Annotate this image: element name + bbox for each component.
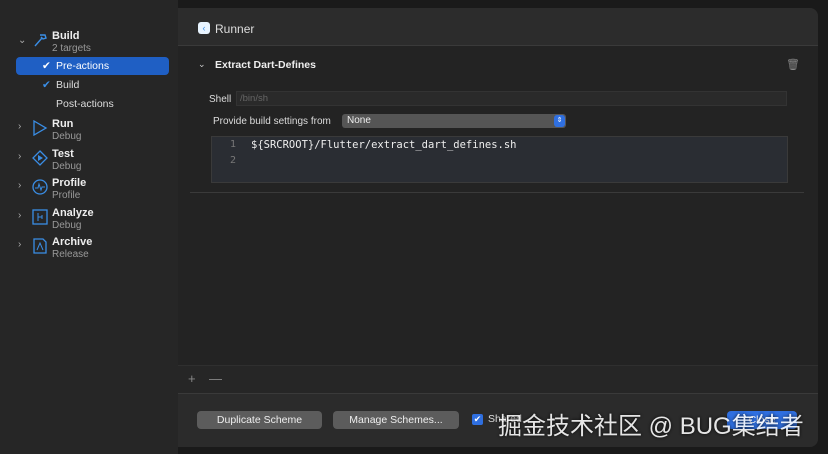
add-remove-bar: + —: [178, 365, 818, 393]
add-button[interactable]: +: [188, 371, 196, 386]
chevron-right-icon[interactable]: ›: [18, 239, 21, 250]
manage-schemes-button[interactable]: Manage Schemes...: [333, 411, 459, 429]
sidebar: ⌄ Build 2 targets ✔ Pre-actions ✔ Build Po…: [0, 0, 178, 454]
sidebar-item-pre-actions[interactable]: ✔ Pre-actions: [16, 57, 169, 75]
play-icon: [32, 119, 48, 137]
trash-icon[interactable]: 🗑: [786, 58, 800, 71]
shell-label: Shell: [209, 94, 232, 105]
action-title: Extract Dart-Defines: [215, 59, 316, 71]
sidebar-item-label: Post-actions: [56, 98, 114, 110]
sidebar-item-build[interactable]: ✔ Build: [16, 76, 169, 94]
flutter-icon: ‹: [198, 22, 210, 34]
sidebar-group-title: Run: [52, 118, 74, 130]
checkmark-icon: ✔: [42, 60, 51, 72]
chevron-down-icon[interactable]: ⌄: [18, 35, 26, 46]
scheme-editor: ‹ Runner ⌄ Extract Dart-Defines 🗑 Shell …: [178, 8, 818, 447]
sidebar-group-title: Profile: [52, 177, 87, 189]
sidebar-group-subtitle: Debug: [52, 220, 82, 231]
line-number: 2: [230, 155, 237, 166]
chevron-right-icon[interactable]: ›: [18, 151, 21, 162]
provide-settings-select[interactable]: None ⇕: [342, 114, 566, 128]
divider: [190, 192, 804, 193]
sidebar-group-subtitle: Debug: [52, 161, 82, 172]
gauge-icon: [32, 179, 48, 195]
shared-checkbox[interactable]: ✔: [472, 414, 483, 425]
watermark: 掘金技术社区 @ BUG集结者: [498, 413, 804, 440]
duplicate-scheme-button[interactable]: Duplicate Scheme: [197, 411, 322, 429]
sidebar-group-title: Analyze: [52, 207, 94, 219]
sidebar-item-label: Pre-actions: [56, 60, 110, 72]
sidebar-group-title: Build: [52, 30, 80, 42]
select-value: None: [347, 115, 371, 126]
hammer-icon: [32, 32, 48, 48]
chevron-right-icon[interactable]: ›: [18, 180, 21, 191]
sidebar-item-post-actions[interactable]: Post-actions: [16, 95, 169, 113]
archive-icon: [32, 238, 48, 254]
provide-settings-label: Provide build settings from: [213, 116, 331, 127]
sidebar-group-subtitle: Profile: [52, 190, 81, 201]
sidebar-group-subtitle: 2 targets: [52, 43, 91, 54]
header: ‹ Runner: [178, 8, 818, 46]
target-name[interactable]: Runner: [215, 22, 254, 36]
script-line: ${SRCROOT}/Flutter/extract_dart_defines.…: [251, 139, 517, 151]
chevron-right-icon[interactable]: ›: [18, 210, 21, 221]
sidebar-group-title: Test: [52, 148, 74, 160]
shell-input[interactable]: /bin/sh: [236, 91, 787, 106]
checkmark-icon: ✔: [42, 79, 51, 91]
test-diamond-icon: [32, 150, 48, 166]
chevron-right-icon[interactable]: ›: [18, 121, 21, 132]
remove-button[interactable]: —: [209, 371, 222, 386]
line-number: 1: [230, 139, 237, 150]
updown-chevron-icon: ⇕: [554, 115, 565, 127]
sidebar-group-subtitle: Debug: [52, 131, 82, 142]
sidebar-group-subtitle: Release: [52, 249, 89, 260]
script-editor[interactable]: 1 2 ${SRCROOT}/Flutter/extract_dart_defi…: [211, 136, 788, 183]
sidebar-group-title: Archive: [52, 236, 93, 248]
chevron-down-icon[interactable]: ⌄: [198, 59, 206, 70]
sidebar-item-label: Build: [56, 79, 80, 91]
analyze-icon: [32, 209, 48, 225]
